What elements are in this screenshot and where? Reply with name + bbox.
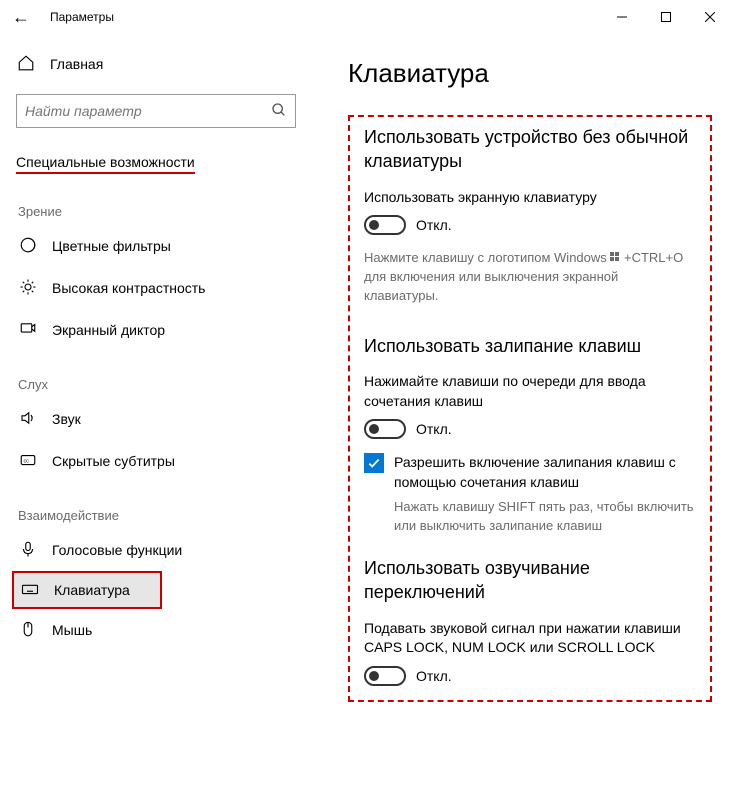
brightness-icon bbox=[18, 278, 38, 299]
sidebar-item-speech[interactable]: Голосовые функции bbox=[16, 529, 296, 571]
sidebar-item-narrator[interactable]: Экранный диктор bbox=[16, 309, 296, 351]
home-nav[interactable]: Главная bbox=[16, 44, 320, 84]
search-input-wrapper[interactable] bbox=[16, 94, 296, 128]
windows-logo-icon bbox=[610, 252, 620, 262]
group-label-hearing: Слух bbox=[18, 377, 320, 392]
svg-text:cc: cc bbox=[24, 458, 30, 464]
section-heading-osk: Использовать устройство без обычной клав… bbox=[364, 125, 696, 174]
setting-label-sticky: Нажимайте клавиши по очереди для ввода с… bbox=[364, 372, 696, 411]
home-label: Главная bbox=[50, 56, 103, 72]
cc-icon: cc bbox=[18, 451, 38, 472]
setting-label-togglekeys: Подавать звуковой сигнал при нажатии кла… bbox=[364, 619, 696, 658]
keyboard-icon bbox=[20, 580, 40, 601]
volume-icon bbox=[18, 409, 38, 430]
toggle-state-sticky: Откл. bbox=[416, 421, 452, 437]
search-input[interactable] bbox=[25, 103, 271, 119]
highlighted-region: Использовать устройство без обычной клав… bbox=[348, 115, 712, 702]
sidebar-item-label: Высокая контрастность bbox=[52, 280, 205, 296]
checkbox-sticky-shortcut[interactable] bbox=[364, 453, 384, 473]
home-icon bbox=[16, 54, 36, 75]
sidebar-item-label: Звук bbox=[52, 411, 81, 427]
setting-label-osk: Использовать экранную клавиатуру bbox=[364, 188, 696, 208]
checkbox-label-sticky: Разрешить включение залипания клавиш с п… bbox=[394, 453, 696, 492]
sidebar-item-label: Экранный диктор bbox=[52, 322, 165, 338]
sidebar-item-high-contrast[interactable]: Высокая контрастность bbox=[16, 267, 296, 309]
minimize-button[interactable] bbox=[600, 0, 644, 34]
maximize-button[interactable] bbox=[644, 0, 688, 34]
section-heading-sticky: Использовать залипание клавиш bbox=[364, 334, 696, 358]
toggle-sticky[interactable] bbox=[364, 419, 406, 439]
hint-sticky: Нажать клавишу SHIFT пять раз, чтобы вкл… bbox=[364, 498, 696, 536]
sidebar-item-label: Скрытые субтитры bbox=[52, 453, 175, 469]
search-icon bbox=[271, 102, 287, 121]
sidebar-item-label: Мышь bbox=[52, 622, 92, 638]
close-button[interactable] bbox=[688, 0, 732, 34]
toggle-state-togglekeys: Откл. bbox=[416, 668, 452, 684]
narrator-icon bbox=[18, 320, 38, 341]
sidebar-item-keyboard[interactable]: Клавиатура bbox=[12, 571, 162, 609]
group-label-interaction: Взаимодействие bbox=[18, 508, 320, 523]
sidebar-item-mouse[interactable]: Мышь bbox=[16, 609, 296, 651]
sidebar-item-sound[interactable]: Звук bbox=[16, 398, 296, 440]
toggle-osk[interactable] bbox=[364, 215, 406, 235]
sidebar-section-label: Специальные возможности bbox=[16, 154, 195, 174]
window-title: Параметры bbox=[50, 10, 114, 24]
titlebar: ← Параметры bbox=[0, 0, 732, 34]
color-filters-icon bbox=[18, 236, 38, 257]
mouse-icon bbox=[18, 620, 38, 641]
toggle-togglekeys[interactable] bbox=[364, 666, 406, 686]
sidebar-item-closed-captions[interactable]: cc Скрытые субтитры bbox=[16, 440, 296, 482]
sidebar: Главная Специальные возможности Зрение Ц… bbox=[0, 34, 320, 789]
page-title: Клавиатура bbox=[348, 58, 712, 89]
section-heading-togglekeys: Использовать озвучивание переключений bbox=[364, 556, 696, 605]
sidebar-item-label: Цветные фильтры bbox=[52, 238, 171, 254]
hint-osk: Нажмите клавишу с логотипом Windows +CTR… bbox=[364, 249, 696, 306]
sidebar-item-color-filters[interactable]: Цветные фильтры bbox=[16, 225, 296, 267]
toggle-state-osk: Откл. bbox=[416, 217, 452, 233]
sidebar-item-label: Голосовые функции bbox=[52, 542, 182, 558]
speech-icon bbox=[18, 540, 38, 561]
group-label-vision: Зрение bbox=[18, 204, 320, 219]
back-button[interactable]: ← bbox=[12, 7, 40, 28]
sidebar-item-label: Клавиатура bbox=[54, 582, 130, 598]
content-pane: Клавиатура Использовать устройство без о… bbox=[320, 34, 732, 789]
